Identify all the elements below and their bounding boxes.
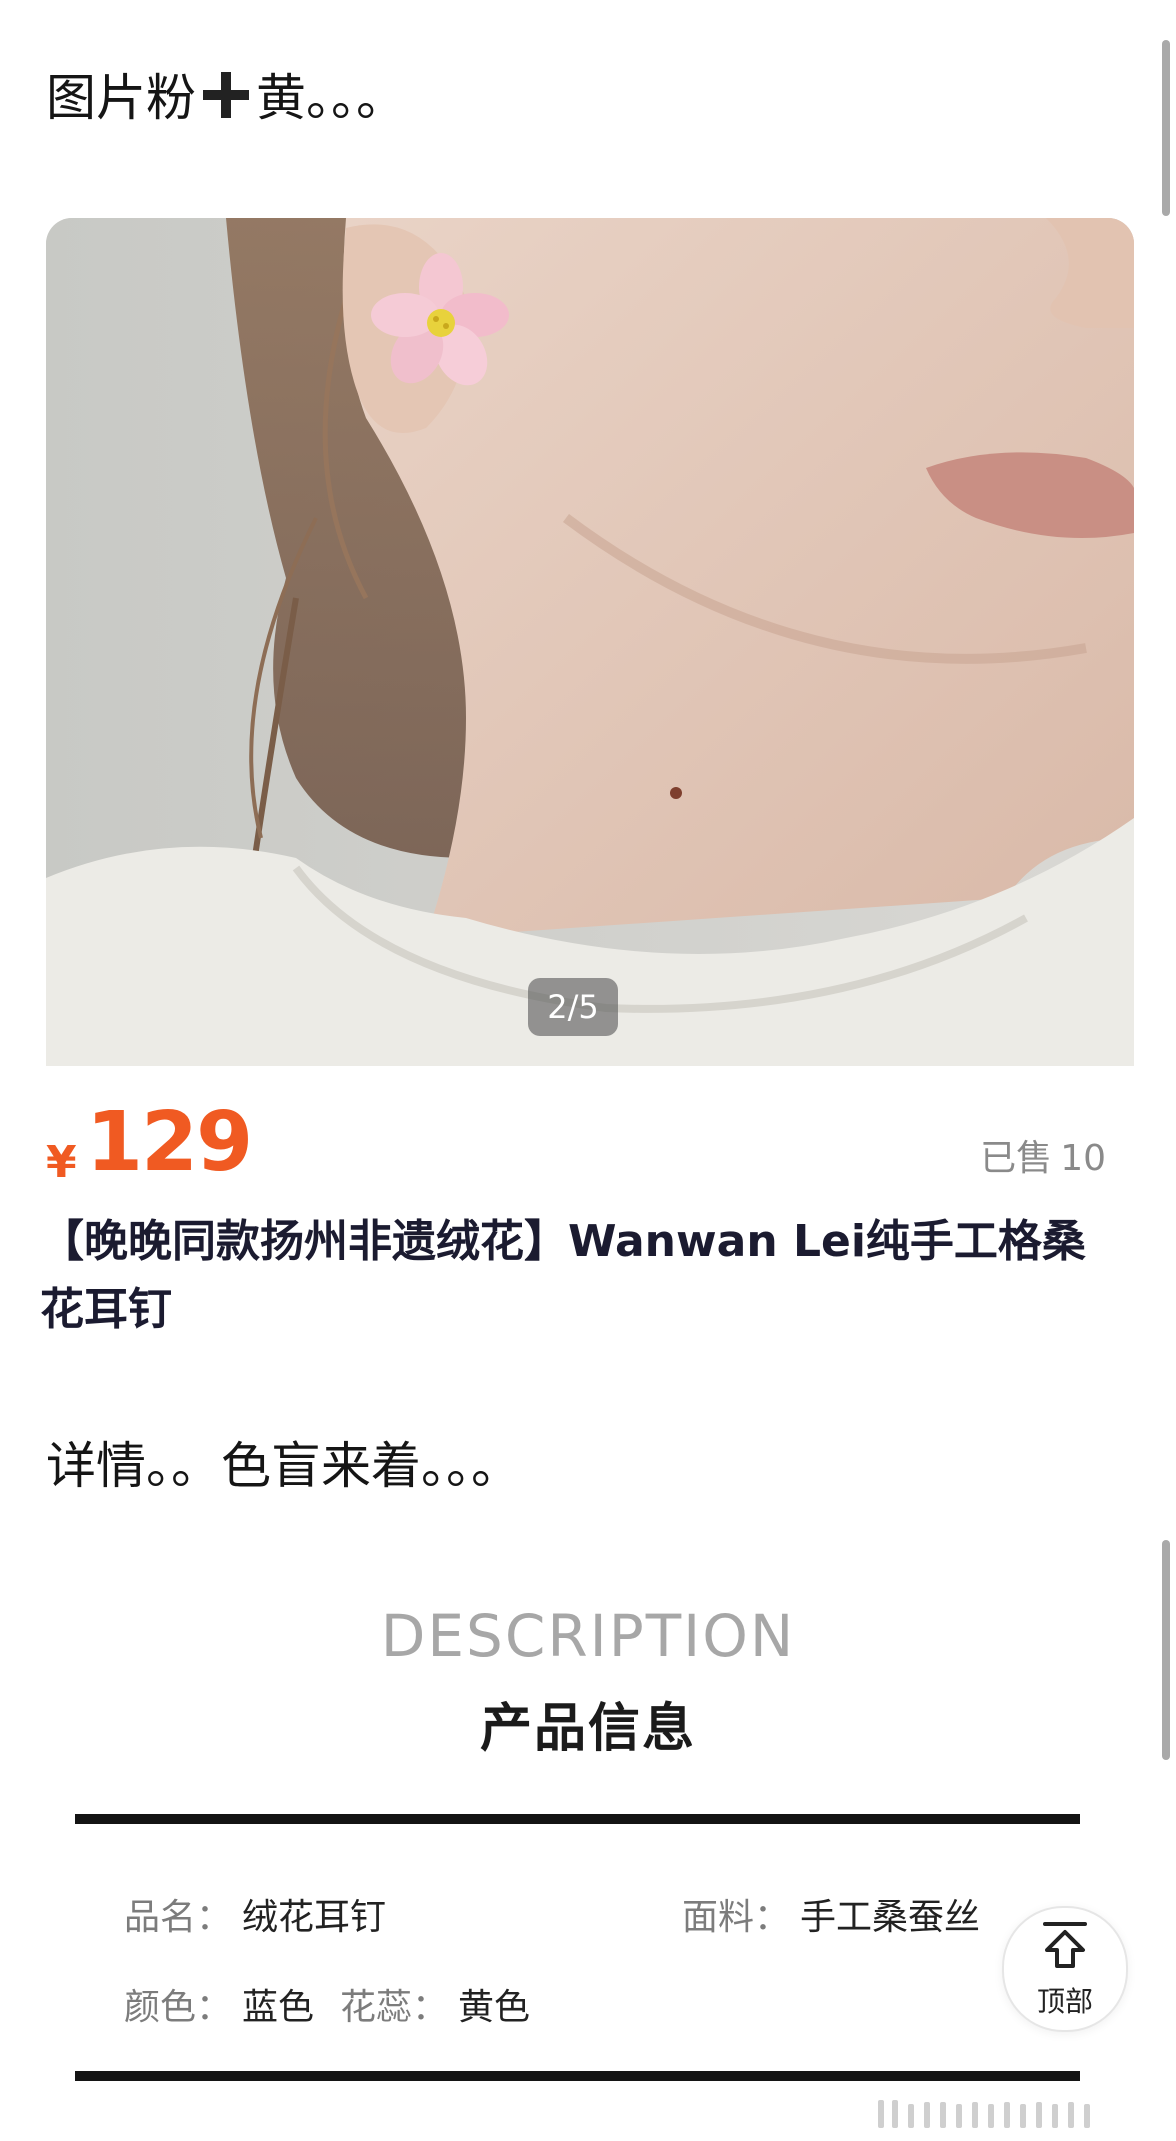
spec-material: 面料： 手工桑蚕丝	[682, 1897, 981, 1938]
spec-color-key: 颜色	[124, 1987, 197, 2028]
caption-text-a: 图片粉	[46, 69, 196, 127]
price-currency: ¥	[46, 1137, 77, 1188]
plus-icon	[200, 69, 252, 134]
description-heading-en: DESCRIPTION	[380, 1602, 796, 1670]
spec-stamen-key: 花蕊	[340, 1987, 413, 2028]
product-photo	[46, 218, 1134, 1066]
spec-stamen: 花蕊： 黄色	[340, 1987, 531, 2028]
sold-label-text: 已售	[980, 1138, 1053, 1179]
spec-product-name-value: 绒花耳钉	[242, 1897, 387, 1938]
product-title[interactable]: 【晚晚同款扬州非遗绒花】Wanwan Lei纯手工格桑花耳钉	[40, 1208, 1100, 1344]
divider-top	[75, 1814, 1080, 1824]
post-caption-mid: 详情。。色盲来着。。。	[46, 1437, 521, 1495]
scrollbar-thumb-upper[interactable]	[1162, 40, 1170, 216]
arrow-up-home-icon	[1043, 1922, 1087, 1968]
caption-text-b: 黄。。。	[256, 69, 406, 127]
spec-product-name-key: 品名	[124, 1897, 197, 1938]
back-to-top-button[interactable]: 顶部	[1002, 1906, 1128, 2032]
sold-count: 已售 10	[980, 1129, 1106, 1181]
spec-color: 颜色： 蓝色	[124, 1987, 315, 2028]
divider-bottom	[75, 2071, 1080, 2081]
price-row: ¥ 129 已售 10	[46, 1095, 1134, 1195]
spec-stamen-value: 黄色	[458, 1987, 531, 2028]
gallery-page-indicator: 2/5	[528, 978, 618, 1036]
spec-product-name: 品名： 绒花耳钉	[124, 1897, 387, 1938]
spec-color-value: 蓝色	[242, 1987, 315, 2028]
post-caption-top: 图片粉 黄。。。	[46, 68, 406, 134]
sold-count-value: 10	[1060, 1138, 1106, 1179]
product-image-carousel[interactable]: 2/5	[46, 218, 1134, 1066]
back-to-top-label: 顶部	[1036, 1985, 1093, 2018]
price-value: 129	[86, 1095, 253, 1190]
spec-material-key: 面料	[682, 1897, 755, 1938]
description-heading-cn: 产品信息	[479, 1699, 696, 1759]
watermark-strip	[878, 2100, 1090, 2128]
spec-material-value: 手工桑蚕丝	[800, 1897, 981, 1938]
scrollbar-thumb-lower[interactable]	[1162, 1540, 1170, 1760]
